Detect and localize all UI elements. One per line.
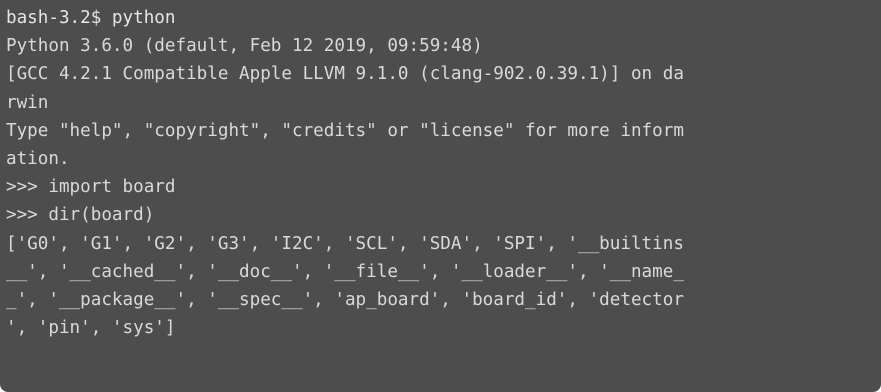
- terminal-window[interactable]: bash-3.2$ python Python 3.6.0 (default, …: [0, 0, 881, 392]
- terminal-line-help: Type "help", "copyright", "credits" or "…: [6, 120, 684, 141]
- terminal-line-compiler-wrap: rwin: [6, 92, 49, 113]
- terminal-line-output-1: ['G0', 'G1', 'G2', 'G3', 'I2C', 'SCL', '…: [6, 233, 684, 254]
- terminal-line-output-2: __', '__cached__', '__doc__', '__file__'…: [6, 261, 684, 282]
- terminal-line-dir: >>> dir(board): [6, 205, 155, 226]
- terminal-line-import: >>> import board: [6, 177, 176, 198]
- terminal-line-output-4: ', 'pin', 'sys']: [6, 318, 176, 339]
- terminal-line-output-3: _', '__package__', '__spec__', 'ap_board…: [6, 289, 684, 310]
- terminal-line-help-wrap: ation.: [6, 148, 70, 169]
- terminal-line-version: Python 3.6.0 (default, Feb 12 2019, 09:5…: [6, 36, 483, 57]
- terminal-line-compiler: [GCC 4.2.1 Compatible Apple LLVM 9.1.0 (…: [6, 64, 684, 85]
- terminal-line-prompt: bash-3.2$ python: [6, 8, 176, 28]
